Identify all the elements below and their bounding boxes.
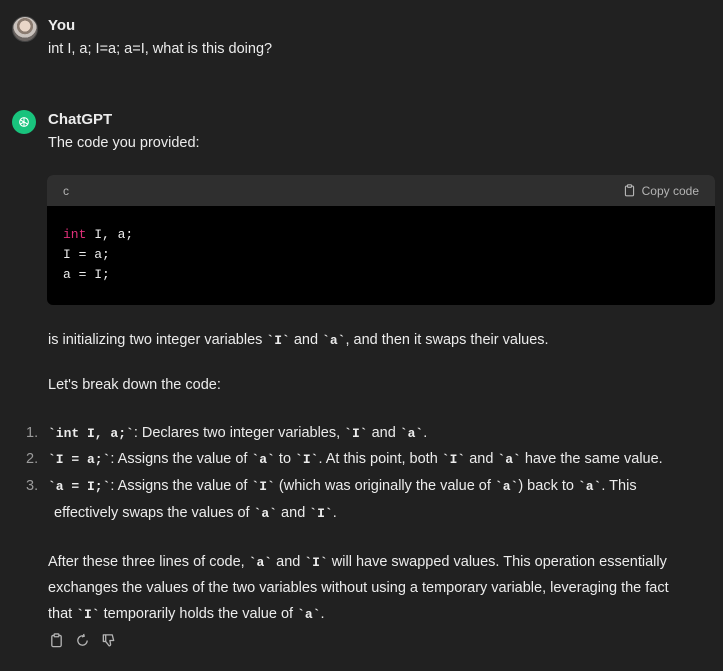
copy-message-button[interactable]	[48, 632, 64, 648]
item-text: and	[465, 451, 498, 467]
inline-code: `I = a;`	[48, 452, 111, 467]
inline-code: `I`	[295, 452, 319, 467]
inline-code: `int I, a;`	[48, 426, 134, 441]
conclusion-text: .	[320, 606, 325, 622]
assistant-author: ChatGPT	[48, 111, 113, 128]
code-language: c	[63, 183, 69, 198]
conclusion-line-2: exchanges the values of the two variable…	[48, 580, 669, 596]
clipboard-icon	[50, 632, 62, 647]
summary-text-1: is initializing two integer variables	[48, 332, 267, 348]
item-text: . At this point, both	[318, 451, 442, 467]
inline-code: `a = I;`	[48, 479, 111, 494]
inline-code: `I`	[76, 607, 100, 622]
assistant-summary: is initializing two integer variables `I…	[48, 330, 715, 351]
list-item-continuation: effectively swaps the values of `a` and …	[54, 503, 715, 524]
inline-code: `I`	[266, 333, 290, 348]
inline-code: `a`	[497, 452, 521, 467]
user-avatar	[12, 16, 38, 42]
conclusion-text: that	[48, 606, 77, 622]
conclusion-text: temporarily holds the value of	[99, 606, 298, 622]
code-line-1-rest: I, a;	[86, 227, 134, 242]
code-line-3: a = I;	[63, 267, 110, 282]
inline-code: `a`	[322, 333, 346, 348]
thumbs-down-icon	[102, 633, 114, 646]
item-text: .	[423, 425, 428, 441]
item-text: have the same value.	[520, 451, 663, 467]
list-item: 3. `a = I;`: Assigns the value of `I` (w…	[26, 476, 715, 497]
regenerate-button[interactable]	[74, 632, 90, 648]
summary-text-2: and	[289, 332, 323, 348]
inline-code: `I`	[441, 452, 466, 467]
item-text: ) back to	[518, 478, 578, 494]
copy-code-button[interactable]: Copy code	[623, 184, 699, 198]
conclusion-text: and	[272, 554, 305, 570]
inline-code: `a`	[399, 426, 424, 441]
openai-logo-icon	[19, 117, 29, 127]
item-text: effectively swaps the values of	[54, 505, 254, 521]
message-actions	[48, 632, 116, 648]
code-line-2: I = a;	[63, 247, 110, 262]
conclusion-line-3: that `I` temporarily holds the value of …	[48, 604, 715, 625]
inline-code: `I`	[251, 479, 275, 494]
item-text: and	[277, 505, 310, 521]
list-item: 1. `int I, a;`: Declares two integer var…	[26, 423, 715, 444]
inline-code: `a`	[577, 479, 602, 494]
user-author: You	[48, 17, 76, 34]
item-text: and	[367, 425, 400, 441]
thumbs-down-button[interactable]	[100, 632, 116, 648]
breakdown-intro: Let's break down the code:	[48, 377, 221, 393]
item-text: .	[332, 505, 337, 521]
list-number: 2.	[26, 451, 39, 467]
conclusion-text: After these three lines of code,	[48, 554, 249, 570]
list-item: 2. `I = a;`: Assigns the value of `a` to…	[26, 449, 715, 470]
chatgpt-avatar	[12, 110, 36, 134]
code-line-1: int I, a;	[63, 227, 133, 242]
inline-code: `a`	[251, 452, 275, 467]
item-text: to	[274, 451, 296, 467]
list-number: 1.	[26, 425, 39, 441]
inline-code: `a`	[253, 506, 278, 521]
code-content: int I, a; I = a; a = I;	[47, 206, 715, 304]
inline-code: `a`	[297, 607, 321, 622]
item-text: : Assigns the value of	[110, 478, 252, 494]
assistant-intro: The code you provided:	[48, 135, 200, 151]
copy-code-label: Copy code	[641, 183, 699, 198]
item-text: . This	[601, 478, 637, 494]
code-header: c Copy code	[47, 175, 715, 206]
conclusion-line-1: After these three lines of code, `a` and…	[48, 552, 715, 573]
inline-code: `I`	[309, 506, 333, 521]
list-number: 3.	[26, 478, 39, 494]
inline-code: `a`	[494, 479, 519, 494]
item-text: : Declares two integer variables,	[133, 425, 345, 441]
code-block: c Copy code int I, a; I = a; a = I;	[47, 175, 715, 305]
regenerate-icon	[76, 633, 88, 646]
item-text: : Assigns the value of	[110, 451, 252, 467]
item-text: (which was originally the value of	[274, 478, 495, 494]
user-message-text: int I, a; I=a; a=I, what is this doing?	[48, 41, 273, 57]
inline-code: `I`	[344, 426, 368, 441]
clipboard-icon	[624, 184, 634, 197]
conclusion-text: will have swapped values. This operation…	[327, 554, 667, 570]
inline-code: `I`	[304, 555, 328, 570]
code-keyword: int	[63, 227, 87, 242]
summary-text-3: , and then it swaps their values.	[345, 332, 549, 348]
inline-code: `a`	[248, 555, 273, 570]
